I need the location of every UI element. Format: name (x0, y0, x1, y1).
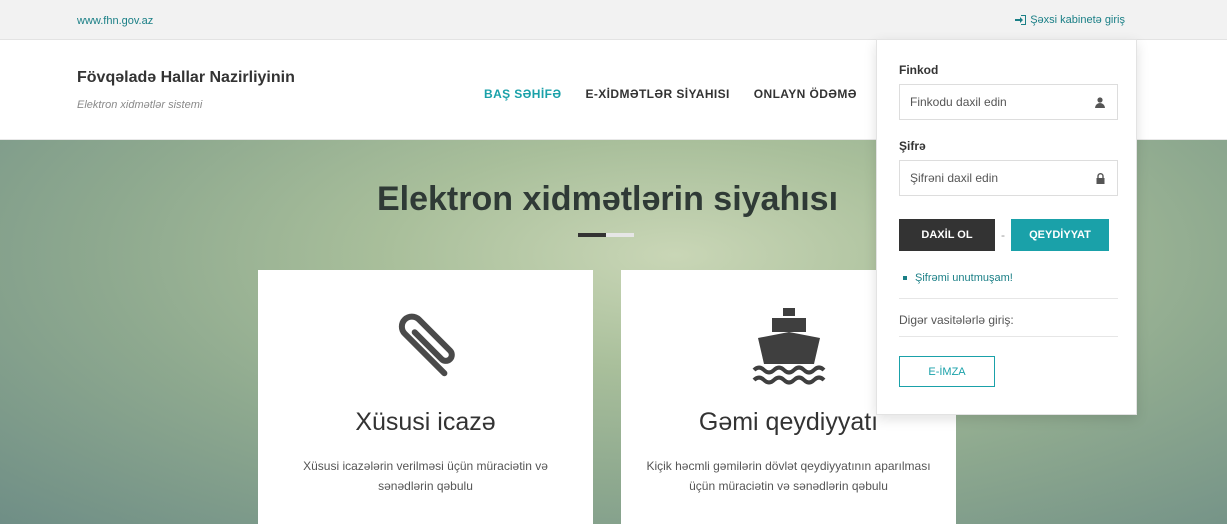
finkod-label: Finkod (899, 63, 939, 77)
password-placeholder: Şifrəni daxil edin (910, 171, 999, 185)
divider-line (899, 336, 1118, 337)
lock-icon (1096, 172, 1105, 184)
login-button[interactable]: DAXİL OL (899, 219, 995, 251)
brand-subtitle: Elektron xidmətlər sistemi (77, 99, 203, 111)
forgot-password-label: Şifrəmi unutmuşam! (915, 272, 1013, 284)
nav-e-services[interactable]: E-XİDMƏTLƏR SİYAHISI (585, 87, 729, 101)
top-bar: www.fhn.gov.az Şəxsi kabinetə giriş (0, 0, 1227, 40)
service-card-special-permit[interactable]: Xüsusi icazə Xüsusi icazələrin verilməsi… (258, 270, 593, 524)
card-description: Kiçik həcmli gəmilərin dövlət qeydiyyatı… (646, 459, 931, 493)
bullet-icon (903, 276, 907, 280)
button-separator: - (1001, 228, 1005, 242)
forgot-password-link[interactable]: Şifrəmi unutmuşam! (903, 272, 1013, 284)
divider-line (899, 298, 1118, 299)
user-icon (1095, 96, 1105, 108)
e-signature-button[interactable]: E-İMZA (899, 356, 995, 387)
other-methods-label: Digər vasitələrlə giriş: (899, 313, 1014, 327)
finkod-placeholder: Finkodu daxil edin (910, 95, 1007, 109)
title-divider (578, 233, 634, 237)
nav-home[interactable]: BAŞ SƏHİFƏ (484, 87, 561, 101)
sign-in-icon (1015, 15, 1027, 25)
login-dropdown: Finkod Finkodu daxil edin Şifrə Şifrəni … (876, 39, 1137, 415)
personal-cabinet-label: Şəxsi kabinetə giriş (1030, 14, 1125, 26)
paperclip-icon (258, 300, 593, 390)
divider-light (606, 233, 634, 237)
card-title: Xüsusi icazə (355, 408, 496, 436)
site-url[interactable]: www.fhn.gov.az (77, 15, 153, 27)
password-input[interactable]: Şifrəni daxil edin (899, 160, 1118, 196)
finkod-input[interactable]: Finkodu daxil edin (899, 84, 1118, 120)
password-label: Şifrə (899, 139, 926, 153)
divider-dark (578, 233, 606, 237)
brand-title[interactable]: Fövqəladə Hallar Nazirliyinin (77, 69, 295, 87)
register-button[interactable]: QEYDİYYAT (1011, 219, 1109, 251)
personal-cabinet-link[interactable]: Şəxsi kabinetə giriş (1015, 14, 1125, 26)
main-nav: BAŞ SƏHİFƏ E-XİDMƏTLƏR SİYAHISI ONLAYN Ö… (484, 87, 881, 101)
nav-online-payment[interactable]: ONLAYN ÖDƏMƏ (754, 87, 857, 101)
card-description: Xüsusi icazələrin verilməsi üçün müraciə… (303, 459, 548, 493)
